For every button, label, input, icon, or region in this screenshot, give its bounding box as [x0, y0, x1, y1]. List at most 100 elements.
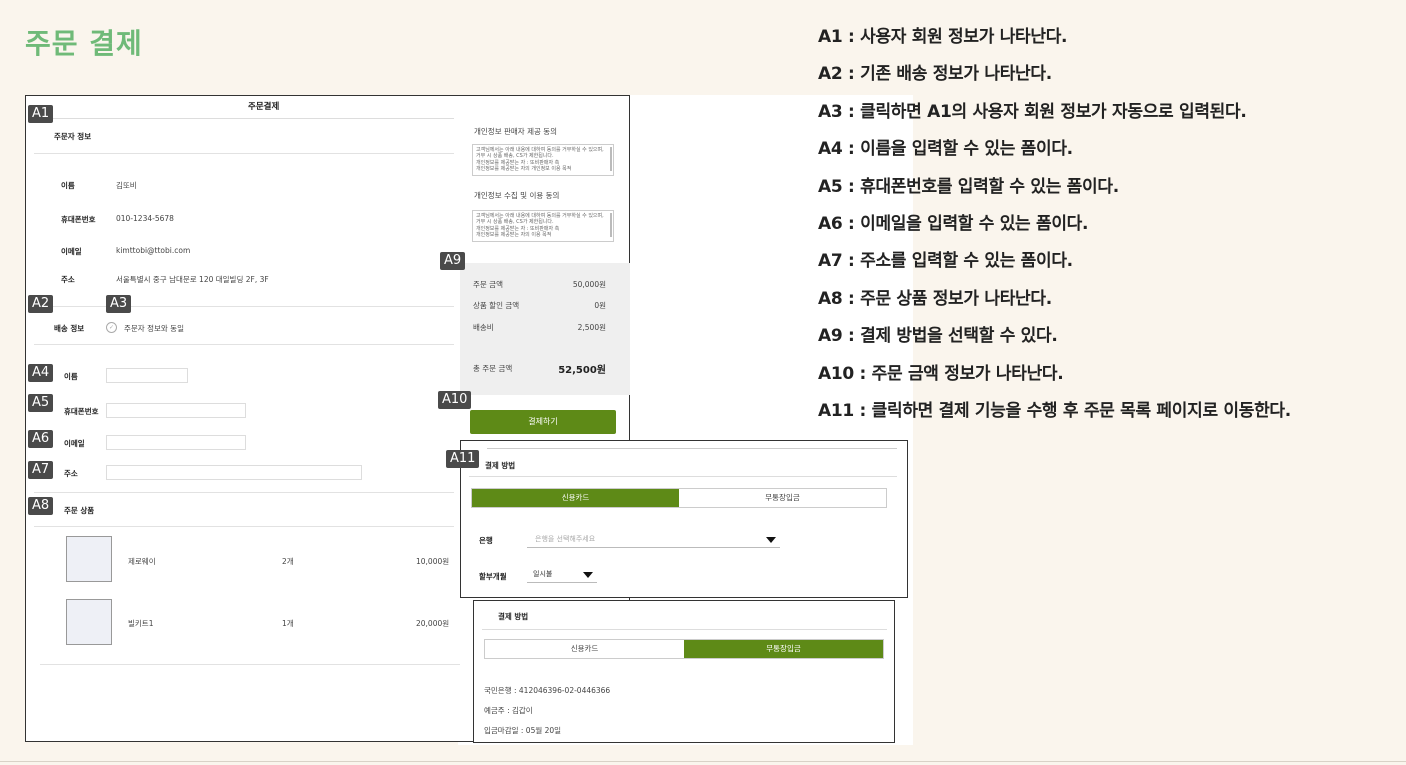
description-a10: A10 : 주문 금액 정보가 나타난다. [818, 363, 1064, 384]
description-a8: A8 : 주문 상품 정보가 나타난다. [818, 288, 1052, 309]
divider [40, 664, 460, 665]
divider [34, 492, 454, 493]
summary-value: 50,000원 [572, 280, 606, 289]
annotation-tag-a1: A1 [28, 105, 54, 123]
summary-label: 주문 금액 [473, 280, 503, 289]
payment-tabs: 신용카드 무통장입금 [484, 639, 884, 659]
product-qty: 1개 [282, 619, 294, 628]
annotation-tag-a8: A8 [28, 497, 54, 515]
description-a5: A5 : 휴대폰번호를 입력할 수 있는 폼이다. [818, 176, 1119, 197]
annotation-tag-a11: A11 [446, 450, 480, 468]
form-name-label: 이름 [64, 372, 78, 381]
annotation-descriptions: A1 : 사용자 회원 정보가 나타난다. A2 : 기존 배송 정보가 나타난… [818, 25, 1291, 436]
product-thumbnail[interactable] [66, 536, 112, 582]
payment-tabs: 신용카드 무통장입금 [471, 488, 887, 508]
form-phone-label: 휴대폰번호 [64, 407, 99, 416]
divider [34, 153, 454, 154]
divider [34, 306, 454, 307]
order-summary-panel: 주문 금액 50,000원 상품 할인 금액 0원 배송비 2,500원 총 주… [460, 263, 630, 395]
orderer-name-value: 김또비 [116, 181, 137, 190]
name-input[interactable] [106, 368, 188, 383]
bank-select-placeholder: 은행을 선택해주세요 [535, 535, 596, 543]
form-email-label: 이메일 [64, 439, 85, 448]
divider [34, 118, 454, 119]
tab-bank-transfer[interactable]: 무통장입금 [684, 640, 883, 658]
tab-credit-card[interactable]: 신용카드 [485, 640, 684, 658]
divider [487, 448, 897, 449]
bank-account: 국민은행 : 412046396-02-0446366 [484, 686, 611, 695]
divider [482, 629, 887, 630]
description-a1: A1 : 사용자 회원 정보가 나타난다. [818, 27, 1068, 47]
installment-value: 일시불 [533, 570, 553, 578]
payment-method-title: 결제 방법 [485, 461, 516, 470]
deposit-deadline: 입금마감일 : 05월 20일 [484, 726, 562, 735]
product-qty: 2개 [282, 557, 294, 566]
mockup-title: 주문결제 [248, 102, 280, 112]
description-a6: A6 : 이메일을 입력할 수 있는 폼이다. [818, 213, 1089, 234]
product-name[interactable]: 빌키트1 [128, 618, 153, 629]
page-title: 주문 결제 [25, 27, 143, 60]
shipping-section-title: 배송 정보 [54, 324, 85, 333]
summary-value: 0원 [594, 301, 606, 310]
scrollbar[interactable] [610, 213, 612, 237]
consent-line: 개인정보를 제공받는 자의 이용 목적 [476, 231, 552, 238]
orderer-address-value: 서울특별시 중구 남대문로 120 대일빌딩 2F, 3F [116, 275, 269, 284]
scrollbar[interactable] [610, 147, 612, 171]
description-a7: A7 : 주소를 입력할 수 있는 폼이다. [818, 251, 1073, 272]
annotation-tag-a5: A5 [28, 394, 54, 412]
phone-input[interactable] [106, 403, 246, 418]
product-price: 20,000원 [416, 619, 450, 628]
installment-select[interactable]: 일시불 [527, 567, 597, 583]
address-input[interactable] [106, 465, 362, 480]
description-a3: A3 : 클릭하면 A1의 사용자 회원 정보가 자동으로 입력된다. [818, 101, 1247, 122]
bank-label: 은행 [479, 536, 493, 545]
annotation-tag-a6: A6 [28, 430, 54, 448]
payment-method-title: 결제 방법 [498, 612, 529, 621]
product-price: 10,000원 [416, 557, 450, 566]
tab-bank-transfer[interactable]: 무통장입금 [679, 489, 886, 507]
tab-credit-card[interactable]: 신용카드 [472, 489, 679, 507]
consent2-title: 개인정보 수집 및 이용 동의 [474, 191, 560, 200]
orderer-section-title: 주문자 정보 [54, 132, 92, 141]
chevron-down-icon [766, 537, 776, 543]
orderer-email-label: 이메일 [61, 247, 82, 256]
divider [469, 476, 897, 477]
orderer-phone-value: 010-1234-5678 [116, 214, 174, 223]
summary-value: 2,500원 [577, 323, 606, 332]
orderer-address-label: 주소 [61, 275, 75, 284]
summary-label: 상품 할인 금액 [473, 301, 520, 310]
pay-button[interactable]: 결제하기 [470, 410, 616, 434]
divider [34, 344, 454, 345]
description-a9: A9 : 결제 방법을 선택할 수 있다. [818, 326, 1058, 347]
annotation-tag-a2: A2 [28, 295, 54, 313]
bottom-divider [0, 761, 1406, 762]
total-value: 52,500원 [558, 365, 606, 376]
annotation-tag-a9: A9 [440, 252, 466, 270]
total-label: 총 주문 금액 [473, 364, 513, 373]
orderer-email-value: kimttobi@ttobi.com [116, 246, 191, 255]
annotation-tag-a3: A3 [106, 295, 132, 313]
installment-label: 할부개월 [479, 572, 507, 581]
description-a4: A4 : 이름을 입력할 수 있는 폼이다. [818, 139, 1073, 160]
annotation-tag-a10: A10 [438, 391, 472, 409]
products-section-title: 주문 상품 [64, 506, 95, 515]
divider [34, 526, 454, 527]
same-as-orderer-label[interactable]: 주문자 정보와 동일 [124, 323, 184, 334]
consent2-textbox[interactable]: 고객님께서는 아래 내용에 대하여 동의를 거부하실 수 있으며, 거부 시 상… [472, 210, 614, 242]
consent1-textbox[interactable]: 고객님께서는 아래 내용에 대하여 동의를 거부하실 수 있으며, 거부 시 상… [472, 144, 614, 176]
orderer-phone-label: 휴대폰번호 [61, 215, 96, 224]
chevron-down-icon [583, 572, 593, 578]
product-thumbnail[interactable] [66, 599, 112, 645]
bank-select[interactable]: 은행을 선택해주세요 [527, 532, 780, 548]
account-holder: 예금주 : 김갑이 [484, 706, 533, 715]
same-as-orderer-check-icon[interactable]: ✓ [106, 322, 117, 333]
orderer-name-label: 이름 [61, 181, 75, 190]
summary-label: 배송비 [473, 323, 494, 332]
description-a11: A11 : 클릭하면 결제 기능을 수행 후 주문 목록 페이지로 이동한다. [818, 400, 1291, 421]
product-name[interactable]: 제로웨이 [128, 556, 156, 567]
consent-line: 개인정보를 제공받는 자의 개인정보 이용 목적 [476, 165, 572, 172]
payment-method-popup-card: 결제 방법 신용카드 무통장입금 은행 은행을 선택해주세요 할부개월 일시불 [460, 440, 908, 598]
email-input[interactable] [106, 435, 246, 450]
payment-method-popup-bank: 결제 방법 신용카드 무통장입금 국민은행 : 412046396-02-044… [473, 600, 895, 743]
annotation-tag-a4: A4 [28, 364, 54, 382]
